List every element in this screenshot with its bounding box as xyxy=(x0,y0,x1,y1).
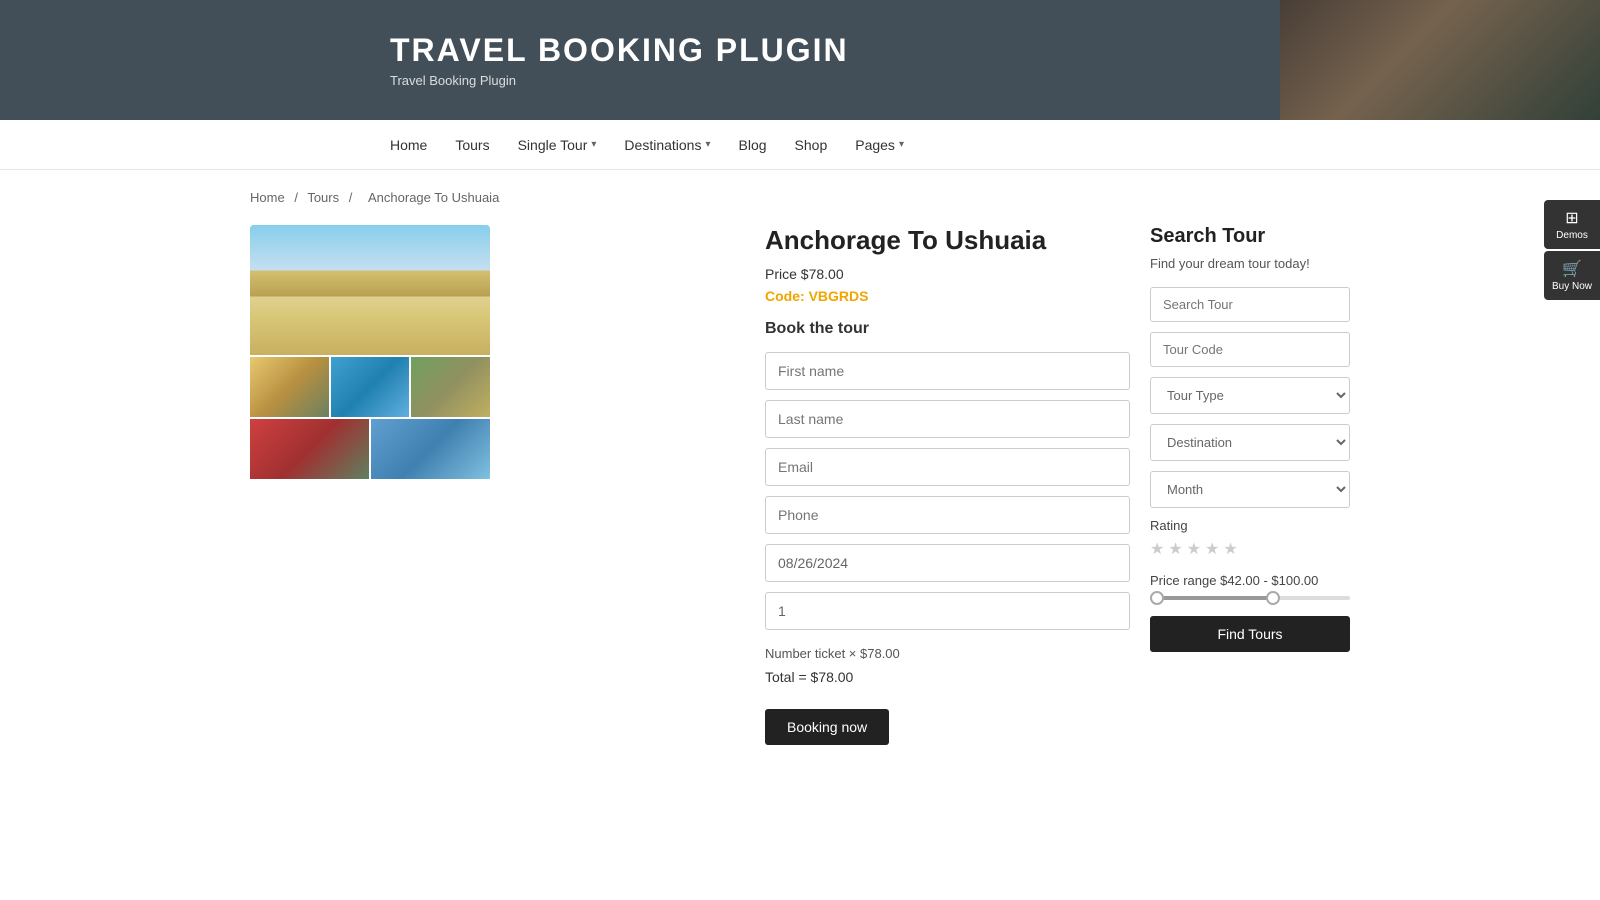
breadcrumb-tours[interactable]: Tours xyxy=(307,190,339,205)
tour-title: Anchorage To Ushuaia xyxy=(765,225,1130,256)
star-5[interactable]: ★ xyxy=(1223,539,1237,559)
month-select[interactable]: Month January February March April May J… xyxy=(1150,471,1350,508)
gallery-thumb-4[interactable] xyxy=(250,419,369,479)
buy-now-button[interactable]: 🛒 Buy Now xyxy=(1544,251,1600,300)
demos-icon: ⊞ xyxy=(1548,208,1596,228)
chevron-down-icon: ▾ xyxy=(899,139,904,150)
book-title: Book the tour xyxy=(765,320,1130,338)
ticket-info: Number ticket × $78.00 xyxy=(765,646,1130,661)
cart-icon: 🛒 xyxy=(1548,259,1596,279)
tour-gallery xyxy=(250,225,490,479)
last-name-input[interactable] xyxy=(765,400,1130,438)
first-name-input[interactable] xyxy=(765,352,1130,390)
nav-blog[interactable]: Blog xyxy=(739,137,767,153)
star-3[interactable]: ★ xyxy=(1187,539,1201,559)
nav-shop[interactable]: Shop xyxy=(795,137,828,153)
tour-code: Code: VBGRDS xyxy=(765,288,1130,304)
total-info: Total = $78.00 xyxy=(765,669,1130,685)
tour-type-select[interactable]: Tour Type Adventure Cultural Beach Mount… xyxy=(1150,377,1350,414)
demos-button[interactable]: ⊞ Demos xyxy=(1544,200,1600,249)
gallery-thumb-2[interactable] xyxy=(331,357,410,417)
nav-home[interactable]: Home xyxy=(390,137,427,153)
search-tour-subtitle: Find your dream tour today! xyxy=(1150,256,1350,271)
search-tour-input[interactable] xyxy=(1150,287,1350,322)
price-range-slider[interactable] xyxy=(1150,596,1350,600)
gallery-thumb-3[interactable] xyxy=(411,357,490,417)
star-4[interactable]: ★ xyxy=(1205,539,1219,559)
navigation: Home Tours Single Tour ▾ Destinations ▾ … xyxy=(0,120,1600,170)
rating-label: Rating xyxy=(1150,518,1350,533)
star-2[interactable]: ★ xyxy=(1168,539,1182,559)
email-input[interactable] xyxy=(765,448,1130,486)
chevron-down-icon: ▾ xyxy=(591,139,596,150)
floating-buttons: ⊞ Demos 🛒 Buy Now xyxy=(1544,200,1600,300)
search-sidebar: Search Tour Find your dream tour today! … xyxy=(1150,225,1350,652)
destination-select[interactable]: Destination Europe Asia Americas Africa xyxy=(1150,424,1350,461)
range-handle-left[interactable] xyxy=(1150,591,1164,605)
nav-tours[interactable]: Tours xyxy=(455,137,489,153)
nav-pages[interactable]: Pages ▾ xyxy=(855,137,904,153)
range-handle-right[interactable] xyxy=(1266,591,1280,605)
search-tour-title: Search Tour xyxy=(1150,225,1350,248)
breadcrumb: Home / Tours / Anchorage To Ushuaia xyxy=(250,170,1350,205)
nav-destinations[interactable]: Destinations ▾ xyxy=(624,137,710,153)
gallery-bottom xyxy=(250,419,490,479)
find-tours-button[interactable]: Find Tours xyxy=(1150,616,1350,652)
breadcrumb-home[interactable]: Home xyxy=(250,190,285,205)
hero-title: TRAVEL BOOKING PLUGIN xyxy=(390,32,1600,69)
hero-section: TRAVEL BOOKING PLUGIN Travel Booking Plu… xyxy=(0,0,1600,120)
tour-price: Price $78.00 xyxy=(765,266,1130,282)
date-input[interactable] xyxy=(765,544,1130,582)
phone-input[interactable] xyxy=(765,496,1130,534)
star-1[interactable]: ★ xyxy=(1150,539,1164,559)
main-content: Anchorage To Ushuaia Price $78.00 Code: … xyxy=(250,225,1350,745)
rating-stars: ★ ★ ★ ★ ★ xyxy=(1150,539,1350,559)
hero-subtitle: Travel Booking Plugin xyxy=(390,73,1600,88)
gallery-grid xyxy=(250,357,490,417)
page-wrapper: Home / Tours / Anchorage To Ushuaia xyxy=(250,170,1350,745)
tour-code-input[interactable] xyxy=(1150,332,1350,367)
quantity-input[interactable] xyxy=(765,592,1130,630)
center-column: Anchorage To Ushuaia Price $78.00 Code: … xyxy=(765,225,1150,745)
gallery-main-image[interactable] xyxy=(250,225,490,355)
left-column xyxy=(250,225,765,479)
chevron-down-icon: ▾ xyxy=(705,139,710,150)
gallery-thumb-1[interactable] xyxy=(250,357,329,417)
nav-single-tour[interactable]: Single Tour ▾ xyxy=(518,137,597,153)
gallery-thumb-5[interactable] xyxy=(371,419,490,479)
breadcrumb-current: Anchorage To Ushuaia xyxy=(368,190,499,205)
price-range-label: Price range $42.00 - $100.00 xyxy=(1150,573,1350,588)
booking-now-button[interactable]: Booking now xyxy=(765,709,889,745)
